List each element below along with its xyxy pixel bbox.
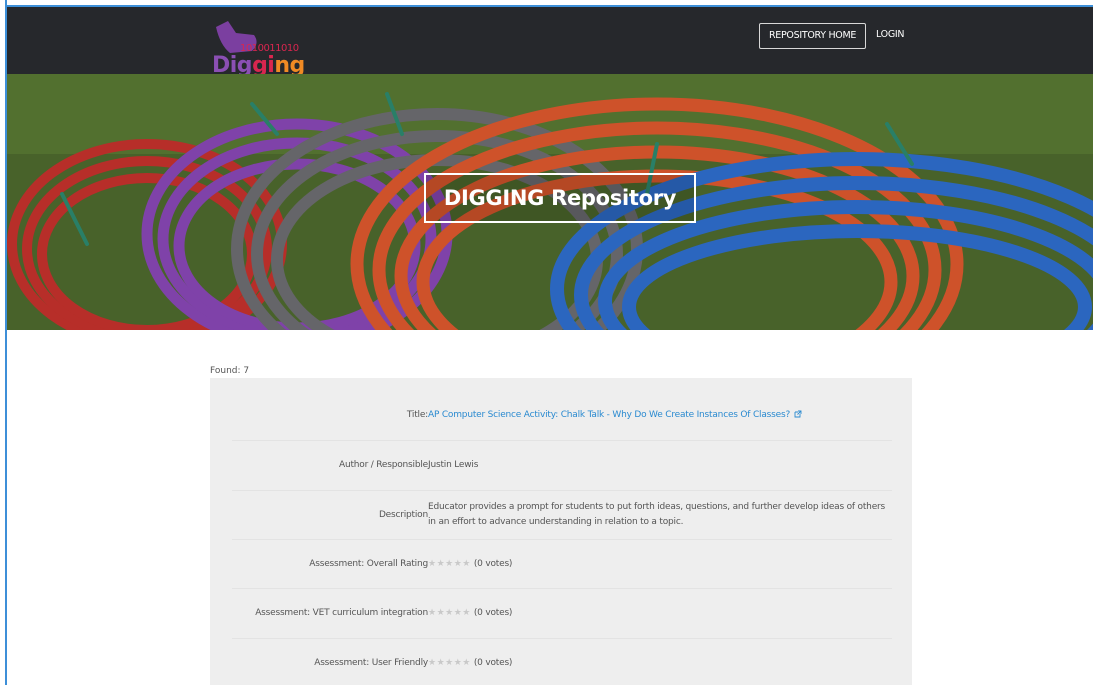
author-value: Justin Lewis <box>428 460 479 470</box>
description-label: Description <box>378 510 428 520</box>
star-rating-icon[interactable]: ★★★★★ <box>428 559 471 569</box>
assessment-overall-label: Assessment: Overall Rating <box>309 559 428 569</box>
external-link-icon <box>794 410 802 418</box>
assessment-user-friendly-row: Assessment: User Friendly ★★★★★ (0 votes) <box>232 638 892 685</box>
author-label: Author / Responsible <box>339 460 428 470</box>
vote-count: (0 votes) <box>473 608 513 618</box>
star-rating-icon[interactable]: ★★★★★ <box>428 658 471 668</box>
navbar: 1010011010 Digging REPOSITORY HOME LOGIN <box>7 7 1093 78</box>
window-frame-top <box>0 0 1093 7</box>
results-count: Found: 7 <box>210 366 250 376</box>
login-link[interactable]: LOGIN <box>876 29 905 40</box>
description-row: Description Educator provides a prompt f… <box>232 490 892 540</box>
assessment-overall-rating[interactable]: ★★★★★ (0 votes) <box>428 559 512 569</box>
result-card: Title: AP Computer Science Activity: Cha… <box>210 378 912 685</box>
assessment-user-friendly-rating[interactable]: ★★★★★ (0 votes) <box>428 658 512 668</box>
window-frame-left <box>0 0 7 685</box>
author-row: Author / Responsible Justin Lewis <box>232 440 892 491</box>
site-logo[interactable]: 1010011010 Digging <box>212 21 322 81</box>
title-row: Title: AP Computer Science Activity: Cha… <box>232 378 892 441</box>
description-value: Educator provides a prompt for students … <box>428 502 886 527</box>
resource-title-link[interactable]: AP Computer Science Activity: Chalk Talk… <box>428 410 802 420</box>
hero-banner: DIGGING Repository <box>7 74 1093 330</box>
assessment-vet-row: Assessment: VET curriculum integration ★… <box>232 588 892 639</box>
repository-home-button[interactable]: REPOSITORY HOME <box>759 23 867 49</box>
assessment-overall-row: Assessment: Overall Rating ★★★★★ (0 votes… <box>232 539 892 589</box>
assessment-user-friendly-label: Assessment: User Friendly <box>314 658 428 668</box>
assessment-vet-rating[interactable]: ★★★★★ (0 votes) <box>428 608 512 618</box>
assessment-vet-label: Assessment: VET curriculum integration <box>255 608 428 618</box>
star-rating-icon[interactable]: ★★★★★ <box>428 608 471 618</box>
title-label: Title: <box>406 410 428 420</box>
hero-title: DIGGING Repository <box>424 173 696 223</box>
vote-count: (0 votes) <box>473 658 513 668</box>
vote-count: (0 votes) <box>473 559 513 569</box>
